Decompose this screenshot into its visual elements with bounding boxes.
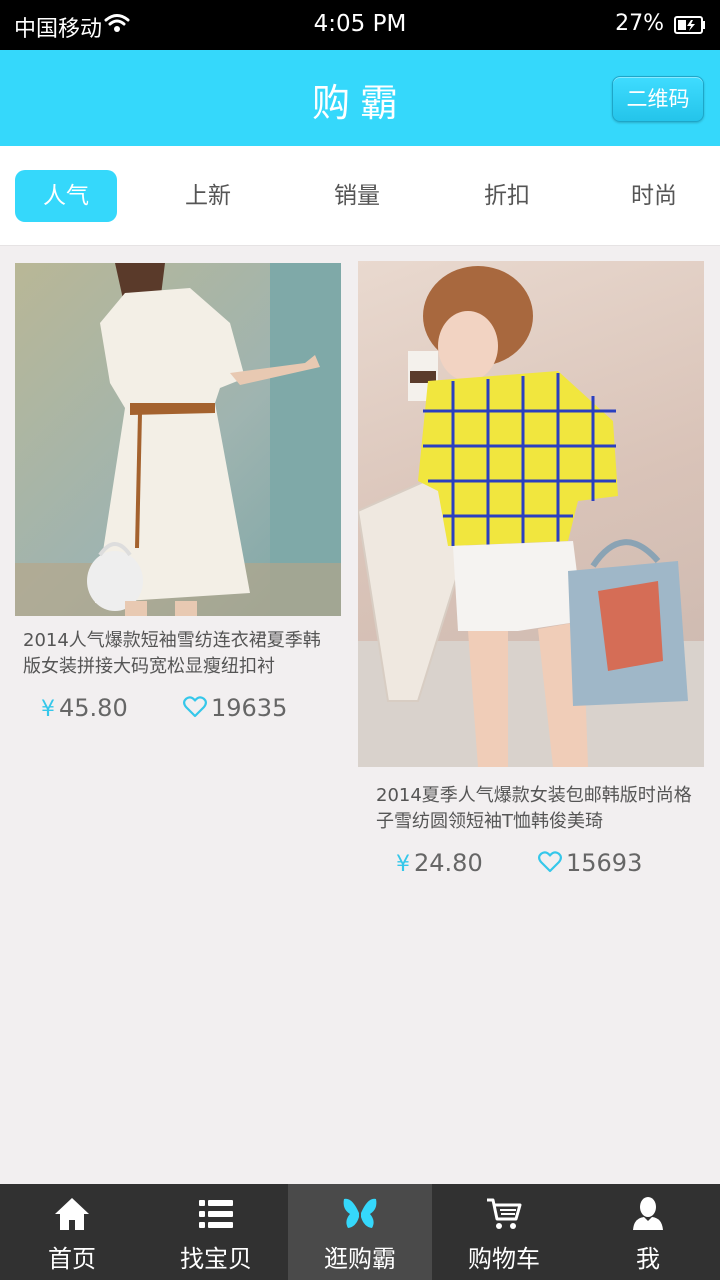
bottom-navigation: 首页 找宝贝 逛购霸 购物车 我 (0, 1184, 720, 1280)
qr-code-button[interactable]: 二维码 (612, 76, 704, 122)
battery-percent: 27% (615, 11, 664, 36)
app-header: 购霸 二维码 (0, 50, 720, 146)
product-image[interactable] (15, 263, 341, 616)
product-image[interactable] (358, 261, 704, 767)
sort-tabs: 人气 上新 销量 折扣 时尚 (0, 146, 720, 246)
nav-label: 逛购霸 (324, 1245, 396, 1273)
tab-discount[interactable]: 折扣 (456, 170, 558, 222)
like-value: 19635 (211, 694, 288, 722)
nav-label: 我 (636, 1245, 660, 1273)
home-icon (0, 1194, 144, 1234)
product-price: ¥24.80 (396, 849, 483, 877)
nav-browse[interactable]: 逛购霸 (288, 1184, 432, 1280)
price-value: 24.80 (414, 849, 483, 877)
nav-home[interactable]: 首页 (0, 1184, 144, 1280)
product-description: 2014夏季人气爆款女装包邮韩版时尚格子雪纺圆领短袖T恤韩俊美琦 (376, 785, 692, 832)
heart-icon (183, 696, 207, 718)
price-value: 45.80 (59, 694, 128, 722)
like-count[interactable]: 15693 (538, 849, 642, 877)
nav-label: 首页 (48, 1245, 96, 1273)
nav-cart[interactable]: 购物车 (432, 1184, 576, 1280)
product-description: 2014人气爆款短袖雪纺连衣裙夏季韩版女装拼接大码宽松显瘦纽扣衬 (23, 630, 321, 677)
like-value: 15693 (566, 849, 643, 877)
product-card[interactable]: 2014夏季人气爆款女装包邮韩版时尚格子雪纺圆领短袖T恤韩俊美琦 ¥24.80 … (358, 261, 704, 885)
product-price: ¥45.80 (41, 694, 128, 722)
nav-me[interactable]: 我 (576, 1184, 720, 1280)
user-icon (576, 1194, 720, 1234)
list-icon (144, 1194, 288, 1234)
tab-new[interactable]: 上新 (157, 170, 259, 222)
heart-icon (538, 851, 562, 873)
nav-label: 找宝贝 (180, 1245, 252, 1273)
butterfly-icon (288, 1194, 432, 1234)
tab-fashion[interactable]: 时尚 (603, 170, 705, 222)
currency-symbol: ¥ (41, 697, 55, 722)
tab-popular[interactable]: 人气 (15, 170, 117, 222)
like-count[interactable]: 19635 (183, 694, 287, 722)
battery-icon (674, 15, 706, 34)
cart-icon (432, 1194, 576, 1234)
tab-sales[interactable]: 销量 (306, 170, 408, 222)
clock: 4:05 PM (313, 11, 407, 37)
status-bar: 中国移动 4:05 PM 27% (0, 0, 720, 50)
currency-symbol: ¥ (396, 852, 410, 877)
nav-find[interactable]: 找宝贝 (144, 1184, 288, 1280)
product-card[interactable]: 2014人气爆款短袖雪纺连衣裙夏季韩版女装拼接大码宽松显瘦纽扣衬 ¥45.80 … (15, 263, 341, 730)
nav-label: 购物车 (468, 1245, 540, 1273)
